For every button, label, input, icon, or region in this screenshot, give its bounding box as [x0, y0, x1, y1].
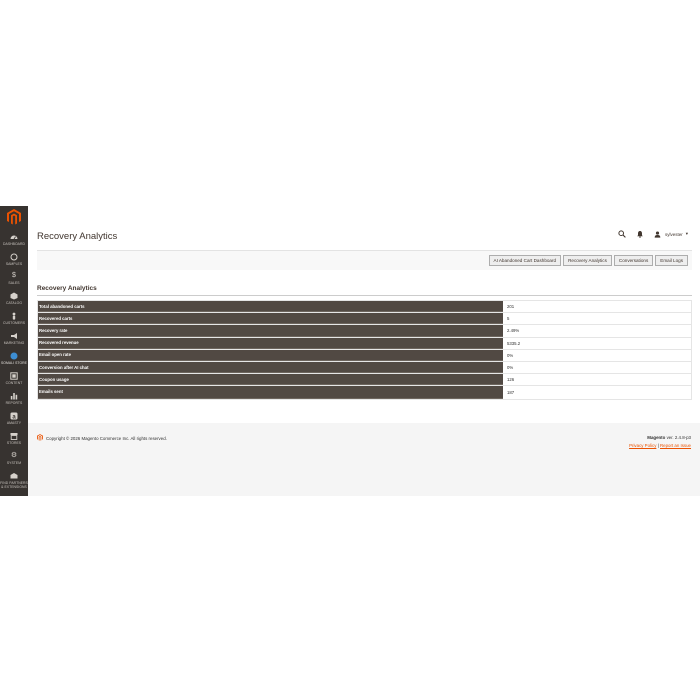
gear-icon: ⚙	[10, 452, 18, 459]
tab-recovery-analytics[interactable]: Recovery Analytics	[563, 255, 612, 266]
content-icon	[10, 372, 18, 380]
dashboard-icon	[10, 233, 18, 241]
copyright-text: Copyright © 2026 Magento Commerce Inc. A…	[46, 435, 167, 441]
admin-app: DASHBOARD SAMPLES $ SALES CATALOG CUSTOM…	[0, 206, 700, 496]
megaphone-icon	[10, 332, 18, 340]
tab-conversations[interactable]: Conversations	[613, 255, 654, 266]
stat-value: 187	[503, 386, 691, 399]
sidebar-item-content[interactable]: CONTENT	[0, 372, 28, 392]
sidebar-item-somali-store[interactable]: SOMALI STORE	[0, 352, 28, 372]
stat-row-recovery-rate: Recovery rate 2.49%	[38, 325, 691, 338]
magento-footer-logo-icon	[37, 434, 43, 442]
stat-row-email-open-rate: Email open rate 0%	[38, 349, 691, 362]
user-name: sylvester	[664, 231, 683, 237]
sidebar-item-find-partners[interactable]: FIND PARTNERS & EXTENSIONS	[0, 472, 28, 494]
page-title: Recovery Analytics	[37, 231, 118, 242]
stat-label: Email open rate	[38, 349, 503, 361]
link-separator: |	[657, 443, 659, 448]
stat-row-recovered-revenue: Recovered revenue 5335.2	[38, 337, 691, 350]
reports-icon	[10, 392, 18, 400]
stat-row-coupon-usage: Coupon usage 126	[38, 374, 691, 387]
sidebar-item-sales[interactable]: $ SALES	[0, 272, 28, 292]
stat-label: Recovered revenue	[38, 337, 503, 349]
sidebar-item-catalog[interactable]: CATALOG	[0, 292, 28, 312]
main-content: Recovery Analytics sylvester ▾ AI Abando…	[28, 206, 700, 496]
stat-row-conversion-after-ai-chat: Conversion after AI chat 0%	[38, 361, 691, 375]
privacy-policy-link[interactable]: Privacy Policy	[629, 443, 656, 448]
page-tabs: AI Abandoned Cart Dashboard Recovery Ana…	[488, 255, 688, 266]
bell-icon[interactable]	[636, 230, 644, 238]
samples-icon	[10, 253, 18, 261]
admin-sidebar: DASHBOARD SAMPLES $ SALES CATALOG CUSTOM…	[0, 206, 28, 496]
copyright: Copyright © 2026 Magento Commerce Inc. A…	[37, 434, 167, 442]
sidebar-item-system[interactable]: ⚙ SYSTEM	[0, 452, 28, 472]
tab-email-logs[interactable]: Email Logs	[655, 255, 688, 266]
stat-row-total-abandoned-carts: Total abandoned carts 201	[38, 301, 691, 314]
brand-name: Magento	[647, 435, 666, 440]
stat-label: Conversion after AI chat	[38, 361, 503, 374]
dollar-icon: $	[12, 272, 16, 279]
stat-label: Recovery rate	[38, 325, 503, 337]
partners-icon	[10, 472, 18, 480]
stat-row-emails-sent: Emails sent 187	[38, 386, 691, 399]
report-issue-link[interactable]: Report an Issue	[660, 443, 691, 448]
stat-label: Total abandoned carts	[38, 301, 503, 313]
stat-label: Recovered carts	[38, 313, 503, 325]
amasty-icon: a	[10, 412, 18, 420]
section-divider	[37, 295, 692, 296]
store-icon	[10, 352, 18, 360]
stat-value: 126	[503, 374, 691, 386]
version-text: ver. 2.4.8-p3	[666, 435, 691, 440]
header-actions: sylvester ▾	[618, 229, 688, 239]
stat-value: 201	[503, 301, 691, 313]
stat-value: 2.49%	[503, 325, 691, 337]
sidebar-item-stores[interactable]: STORES	[0, 432, 28, 452]
customers-icon	[10, 312, 18, 320]
footer-links: Privacy Policy | Report an Issue	[629, 443, 691, 448]
section-title: Recovery Analytics	[37, 285, 97, 292]
stores-icon	[10, 432, 18, 440]
stat-value: 0%	[503, 361, 691, 374]
tab-ai-abandoned-cart-dashboard[interactable]: AI Abandoned Cart Dashboard	[488, 255, 562, 266]
chevron-down-icon: ▾	[685, 231, 688, 236]
page-actions-toolbar: AI Abandoned Cart Dashboard Recovery Ana…	[37, 250, 692, 270]
sidebar-item-samples[interactable]: SAMPLES	[0, 253, 28, 273]
stat-label: Emails sent	[38, 386, 503, 399]
sidebar-item-amasty[interactable]: a AMASTY	[0, 412, 28, 432]
version-info: Magento ver. 2.4.8-p3	[647, 435, 691, 440]
stat-row-recovered-carts: Recovered carts 5	[38, 313, 691, 326]
magento-logo-icon[interactable]	[7, 209, 21, 225]
sidebar-item-customers[interactable]: CUSTOMERS	[0, 312, 28, 332]
search-icon[interactable]	[618, 230, 626, 238]
analytics-stats-table: Total abandoned carts 201 Recovered cart…	[37, 300, 692, 400]
sidebar-item-reports[interactable]: REPORTS	[0, 392, 28, 412]
stat-label: Coupon usage	[38, 374, 503, 386]
sidebar-item-marketing[interactable]: MARKETING	[0, 332, 28, 352]
sidebar-item-dashboard[interactable]: DASHBOARD	[0, 233, 28, 253]
stat-value: 0%	[503, 349, 691, 361]
page-footer: Copyright © 2026 Magento Commerce Inc. A…	[28, 423, 700, 496]
catalog-icon	[10, 292, 18, 300]
stat-value: 5335.2	[503, 337, 691, 349]
stat-value: 5	[503, 313, 691, 325]
user-menu[interactable]: sylvester ▾	[654, 230, 688, 238]
user-icon	[654, 230, 662, 238]
